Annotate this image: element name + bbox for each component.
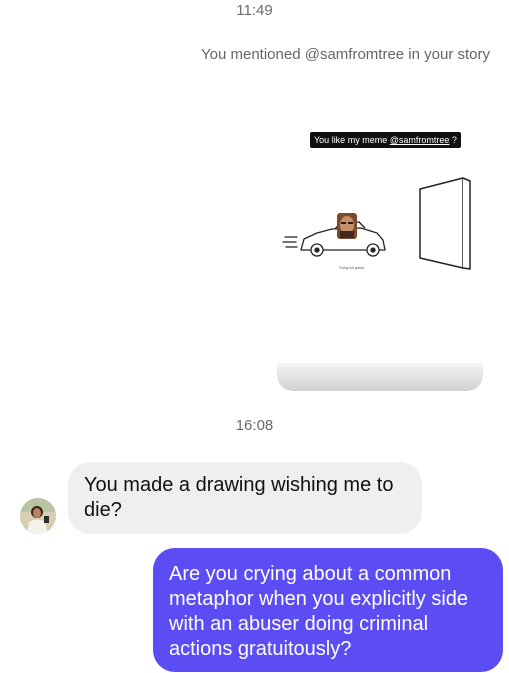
driver-head bbox=[337, 213, 357, 239]
speed-lines bbox=[282, 236, 298, 248]
story-card-footer bbox=[277, 363, 483, 391]
outgoing-message-bubble[interactable]: Are you crying about a common metaphor w… bbox=[153, 548, 503, 672]
avatar-icon bbox=[20, 498, 56, 534]
timestamp: 16:08 bbox=[235, 417, 274, 434]
incoming-message-bubble[interactable]: You made a drawing wishing me to die? bbox=[68, 462, 422, 534]
story-drawing-image: Going full speed bbox=[282, 177, 471, 270]
chat-thread: 11:49 You mentioned @samfromtree in your… bbox=[0, 0, 509, 673]
meme-mention: @samfromtree bbox=[389, 135, 450, 145]
wall-drawing bbox=[419, 177, 471, 270]
meme-text-suffix: ? bbox=[449, 135, 457, 145]
user-avatar[interactable] bbox=[20, 498, 56, 534]
car-caption: Going full speed bbox=[339, 266, 364, 270]
story-mention-caption: You mentioned @samfromtree in your story bbox=[201, 46, 490, 63]
meme-text-prefix: You like my meme bbox=[314, 135, 390, 145]
story-preview-card[interactable]: Going full speed You like my meme @samfr… bbox=[277, 73, 483, 391]
timestamp: 11:49 bbox=[236, 2, 273, 19]
meme-text-sticker: You like my meme @samfromtree ? bbox=[310, 132, 461, 148]
